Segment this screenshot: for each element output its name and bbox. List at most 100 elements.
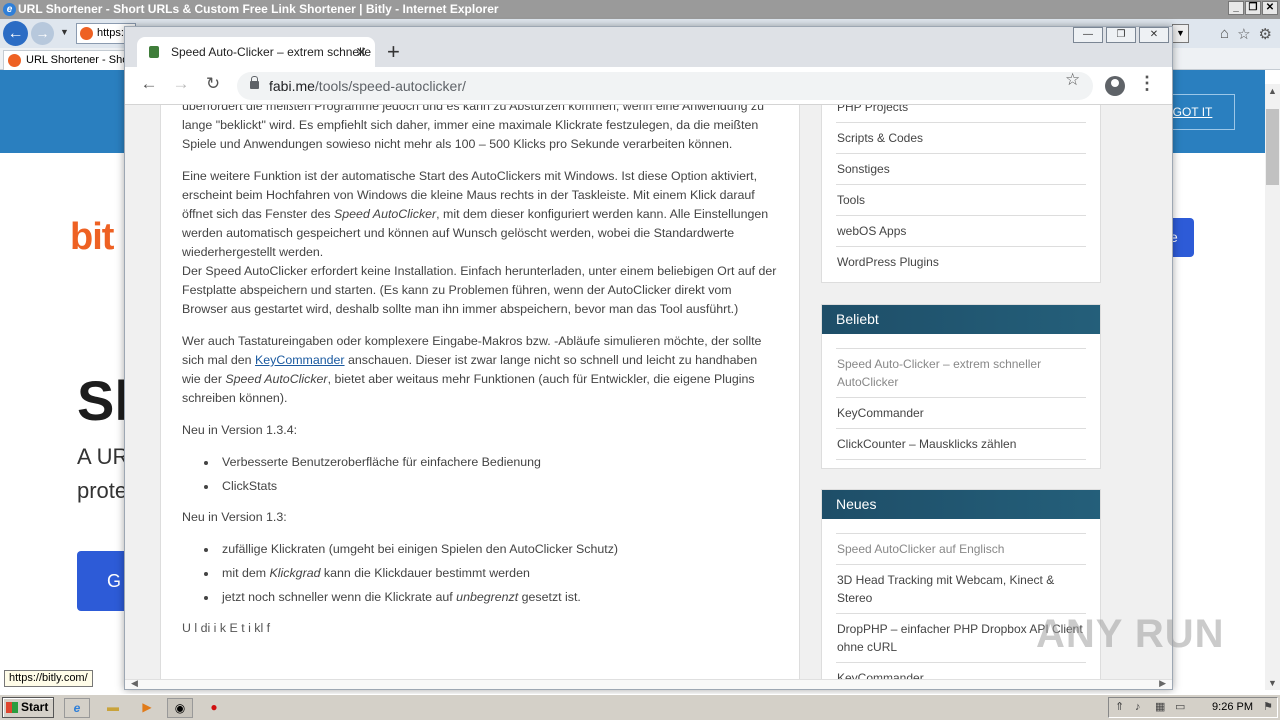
scroll-left-icon[interactable]: ◀ xyxy=(131,678,138,689)
media-player-icon[interactable]: ▶ xyxy=(134,698,160,718)
history-dropdown-icon[interactable]: ▼ xyxy=(60,27,69,37)
text-span: mit dem xyxy=(222,566,270,580)
text-span: Der Speed AutoClicker erfordert keine In… xyxy=(182,264,777,316)
bitly-favicon-icon xyxy=(80,27,93,40)
url-path: /tools/speed-autoclicker/ xyxy=(314,78,466,94)
ie-tab-label: URL Shortener - Shor xyxy=(26,54,132,66)
keycommander-link[interactable]: KeyCommander xyxy=(255,353,345,367)
chrome-tab-title: Speed Auto-Clicker – extrem schnelle xyxy=(171,45,372,59)
bitly-favicon-icon xyxy=(8,54,21,67)
tray-expand-icon[interactable]: ⇑ xyxy=(1115,698,1124,717)
beliebt-box: Beliebt Speed Auto-Clicker – extrem schn… xyxy=(821,304,1101,469)
sidebar-item[interactable]: WordPress Plugins xyxy=(836,247,1086,277)
sidebar-item[interactable]: Tools xyxy=(836,185,1086,216)
tray-clock: 9:26 PM xyxy=(1212,701,1253,713)
scroll-right-icon[interactable]: ▶ xyxy=(1159,678,1166,689)
kebab-menu-icon[interactable]: ⋮ xyxy=(1138,73,1156,94)
bookmark-star-icon[interactable]: ☆ xyxy=(1065,70,1080,90)
categories-box: PHP Projects Scripts & Codes Sonstiges T… xyxy=(821,105,1101,283)
start-label: Start xyxy=(21,700,49,714)
version-134-heading: Neu in Version 1.3.4: xyxy=(182,423,298,437)
profile-avatar-icon[interactable] xyxy=(1105,76,1125,96)
list-item: mit dem Klickgrad kann die Klickdauer be… xyxy=(200,564,778,583)
categories-list: PHP Projects Scripts & Codes Sonstiges T… xyxy=(822,105,1100,277)
paragraph-overload: überfordert die meißten Programme jedoch… xyxy=(182,105,765,151)
sidebar-item[interactable]: KeyCommander xyxy=(836,663,1086,679)
restore-icon[interactable]: ❐ xyxy=(1245,1,1261,15)
network-icon[interactable]: ▦ xyxy=(1155,698,1165,717)
ie-taskbar-icon[interactable]: e xyxy=(64,698,90,718)
sidebar-item[interactable]: KeyCommander xyxy=(836,398,1086,429)
emphasis-text: Klickgrad xyxy=(269,566,321,580)
volume-icon[interactable]: ♪ xyxy=(1135,698,1141,717)
bitly-subtitle-line2: prote xyxy=(77,478,128,503)
sidebar-item[interactable]: PHP Projects xyxy=(836,105,1086,123)
start-button[interactable]: Start xyxy=(2,697,54,718)
paragraph-keycommander: Wer auch Tastatureingaben oder komplexer… xyxy=(182,332,778,408)
reload-icon[interactable]: ↻ xyxy=(201,74,225,94)
address-dropdown-icon[interactable]: ▼ xyxy=(1172,24,1189,43)
warning-app-icon[interactable]: ● xyxy=(201,698,227,718)
list-item: jetzt noch schneller wenn die Klickrate … xyxy=(200,588,778,607)
display-icon[interactable]: ▭ xyxy=(1175,698,1185,717)
fabi-page: überfordert die meißten Programme jedoch… xyxy=(125,105,1172,679)
neues-heading: Neues xyxy=(822,490,1100,519)
bitly-logo[interactable]: bit xyxy=(70,216,114,259)
restore-icon[interactable]: ❐ xyxy=(1106,27,1136,43)
fabi-favicon-icon xyxy=(149,46,159,58)
ie-vertical-scrollbar[interactable]: ▲ ▼ xyxy=(1265,84,1280,690)
gear-icon[interactable]: ⚙ xyxy=(1259,25,1272,43)
ie-address-text: https: xyxy=(97,27,124,39)
sidebar-item[interactable]: Sonstiges xyxy=(836,154,1086,185)
ie-window-title: URL Shortener - Short URLs & Custom Free… xyxy=(18,2,499,16)
back-arrow-icon[interactable]: ← xyxy=(137,74,161,94)
lock-icon[interactable] xyxy=(250,76,259,89)
ie-scroll-thumb[interactable] xyxy=(1266,109,1279,185)
paragraph-autostart: Eine weitere Funktion ist der automatisc… xyxy=(182,167,778,319)
sidebar-item[interactable]: Scripts & Codes xyxy=(836,123,1086,154)
taskbar: Start e ▬ ▶ ◉ ● ⇑ ♪ ▦ ▭ 9:26 PM ⚑ xyxy=(0,694,1280,720)
back-arrow-icon[interactable]: ← xyxy=(3,21,28,46)
scroll-down-icon[interactable]: ▼ xyxy=(1268,678,1277,688)
list-item: Verbesserte Benutzeroberfläche für einfa… xyxy=(200,453,778,472)
chrome-taskbar-icon[interactable]: ◉ xyxy=(167,698,193,718)
close-icon[interactable]: ✕ xyxy=(1139,27,1169,43)
ie-title-bar: e URL Shortener - Short URLs & Custom Fr… xyxy=(0,0,1280,19)
minimize-icon[interactable]: — xyxy=(1073,27,1103,43)
beliebt-heading: Beliebt xyxy=(822,305,1100,334)
beliebt-list: Speed Auto-Clicker – extrem schneller Au… xyxy=(822,348,1100,460)
action-center-flag-icon[interactable]: ⚑ xyxy=(1263,698,1273,717)
close-tab-icon[interactable]: ✕ xyxy=(355,37,367,67)
new-tab-icon[interactable]: + xyxy=(387,39,400,65)
emphasis-text: Speed AutoClicker xyxy=(334,207,437,221)
minimize-icon[interactable]: _ xyxy=(1228,1,1244,15)
forward-arrow-icon[interactable]: → xyxy=(31,22,54,45)
system-tray: ⇑ ♪ ▦ ▭ 9:26 PM ⚑ xyxy=(1108,697,1278,718)
cut-off-line: U l di i k E t i kl f xyxy=(182,621,271,635)
ie-status-url: https://bitly.com/ xyxy=(4,670,93,687)
chrome-window-controls: — ❐ ✕ xyxy=(1073,27,1169,43)
text-span: gesetzt ist. xyxy=(518,590,581,604)
chrome-horizontal-scrollbar[interactable]: ◀ ▶ xyxy=(125,678,1172,689)
explorer-folder-icon[interactable]: ▬ xyxy=(100,698,126,718)
chrome-omnibox[interactable]: fabi.me/tools/speed-autoclicker/ xyxy=(237,72,1093,100)
star-icon[interactable]: ☆ xyxy=(1237,25,1250,43)
ie-command-icons: ⌂ ☆ ⚙ xyxy=(1220,25,1272,43)
sidebar-item[interactable]: ClickCounter – Mausklicks zählen xyxy=(836,429,1086,460)
close-icon[interactable]: ✕ xyxy=(1262,1,1278,15)
forward-arrow-icon[interactable]: → xyxy=(169,74,193,94)
scroll-up-icon[interactable]: ▲ xyxy=(1268,86,1277,96)
chrome-tab-speed-autoclicker[interactable]: Speed Auto-Clicker – extrem schnelle ✕ xyxy=(137,37,375,67)
sidebar-item[interactable]: Speed Auto-Clicker – extrem schneller Au… xyxy=(836,348,1086,398)
home-icon[interactable]: ⌂ xyxy=(1220,25,1229,43)
ie-tab-bitly[interactable]: URL Shortener - Shor xyxy=(3,50,143,70)
article-content: überfordert die meißten Programme jedoch… xyxy=(160,105,800,679)
version-13-list: zufällige Klickraten (umgeht bei einigen… xyxy=(200,540,778,607)
chrome-toolbar: ← → ↻ fabi.me/tools/speed-autoclicker/ ☆… xyxy=(125,67,1172,105)
bitly-nav-button[interactable]: e xyxy=(1170,218,1194,257)
sidebar-item[interactable]: Speed AutoClicker auf Englisch xyxy=(836,533,1086,565)
text-span: jetzt noch schneller wenn die Klickrate … xyxy=(222,590,457,604)
list-item: ClickStats xyxy=(200,477,778,496)
sidebar-item[interactable]: 3D Head Tracking mit Webcam, Kinect & St… xyxy=(836,565,1086,614)
sidebar-item[interactable]: webOS Apps xyxy=(836,216,1086,247)
